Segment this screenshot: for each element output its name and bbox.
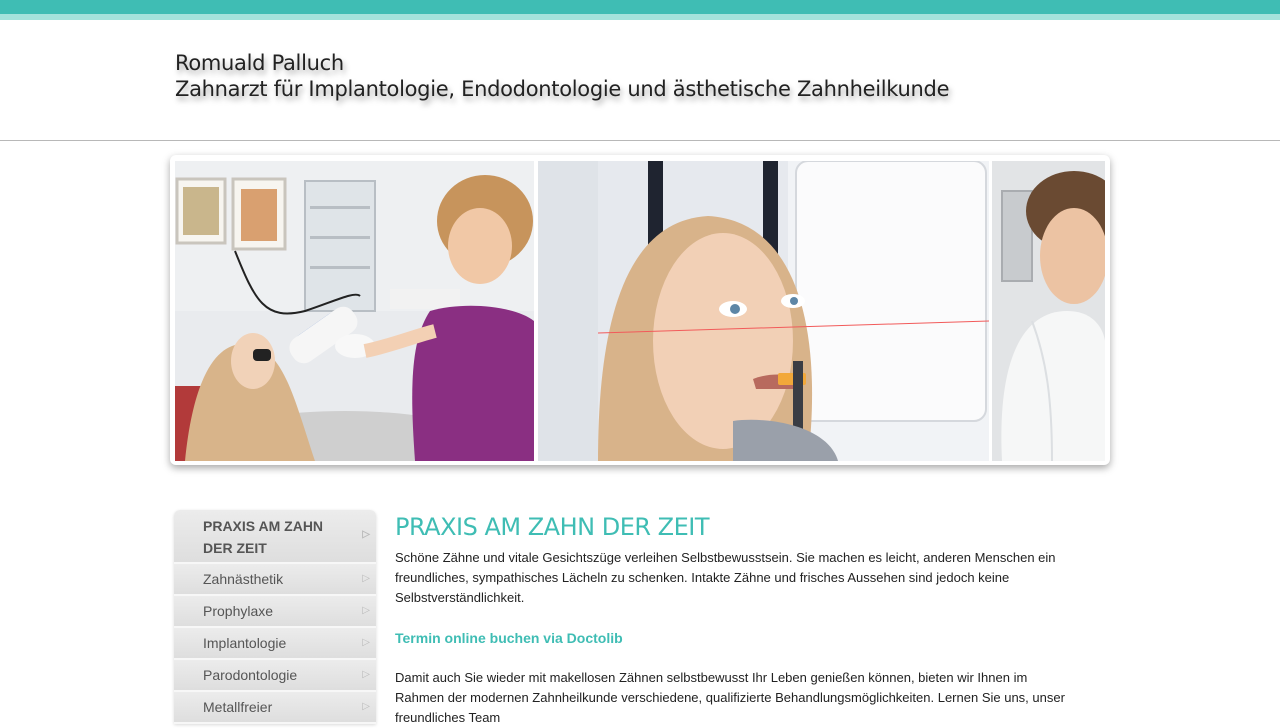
top-accent-bar xyxy=(0,0,1280,14)
sidebar-item-label: Metallfreier Zahnersatz xyxy=(203,699,273,715)
sidebar-item-parodontologie[interactable]: Parodontologie ▷ xyxy=(174,660,376,692)
site-header[interactable]: Romuald Palluch Zahnarzt für Implantolog… xyxy=(175,50,950,102)
sidebar-item-zahnaesthetik[interactable]: Zahnästhetik ▷ xyxy=(174,564,376,596)
triangle-right-icon: ▷ xyxy=(362,669,370,680)
page-title: PRAXIS AM ZAHN DER ZEIT xyxy=(395,513,710,541)
site-subtitle: Zahnarzt für Implantologie, Endodontolog… xyxy=(175,77,950,101)
sidebar-nav: PRAXIS AM ZAHN DER ZEIT ▷ Zahnästhetik ▷… xyxy=(174,510,376,724)
intro-paragraph: Schöne Zähne und vitale Gesichtszüge ver… xyxy=(395,550,1056,605)
sidebar-item-label: Implantologie xyxy=(203,635,287,651)
sidebar-item-label: Parodontologie xyxy=(203,667,298,683)
main-content: PRAXIS AM ZAHN DER ZEIT Schöne Zähne und… xyxy=(395,512,1075,728)
hero-image-xray-patient xyxy=(538,161,989,461)
top-accent-bar-light xyxy=(0,14,1280,20)
sidebar-item-label: Zahnästhetik xyxy=(203,571,284,587)
sidebar-item-label: PRAXIS AM ZAHN DER ZEIT xyxy=(203,518,324,556)
sidebar-item-implantologie[interactable]: Implantologie ▷ xyxy=(174,628,376,660)
triangle-right-icon: ▷ xyxy=(362,573,370,584)
site-owner-name: Romuald Palluch xyxy=(175,51,344,75)
hero-image-dentist xyxy=(992,161,1105,461)
triangle-right-icon: ▷ xyxy=(362,529,370,540)
sidebar-item-praxis[interactable]: PRAXIS AM ZAHN DER ZEIT ▷ xyxy=(174,510,376,564)
sidebar-item-label: Prophylaxe xyxy=(203,603,274,619)
hero-slider xyxy=(170,155,1110,465)
triangle-right-icon: ▷ xyxy=(362,637,370,648)
triangle-right-icon: ▷ xyxy=(362,605,370,616)
sidebar-item-prophylaxe[interactable]: Prophylaxe ▷ xyxy=(174,596,376,628)
header-divider xyxy=(0,140,1280,141)
sidebar-item-metallfreier-zahnersatz[interactable]: Metallfreier Zahnersatz ▷ xyxy=(174,692,376,724)
doctolib-booking-link[interactable]: Termin online buchen via Doctolib xyxy=(395,628,1075,648)
body-paragraph: Damit auch Sie wieder mit makellosen Zäh… xyxy=(395,670,1065,725)
hero-image-dental-scan xyxy=(175,161,534,461)
triangle-right-icon: ▷ xyxy=(362,701,370,712)
